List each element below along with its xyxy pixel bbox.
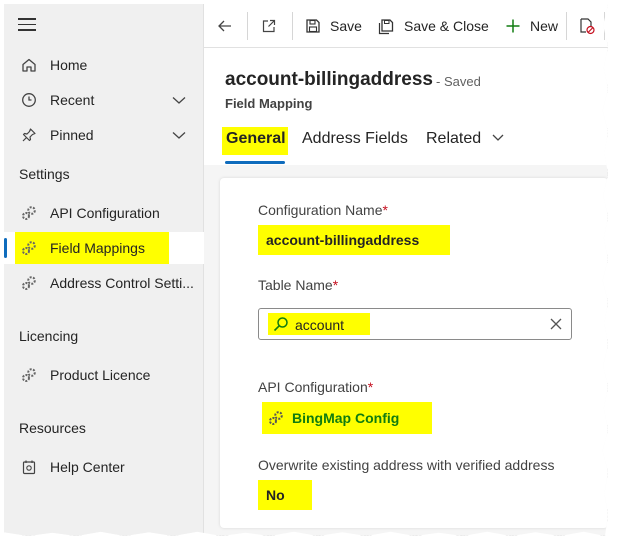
api-config-label-text: API Configuration bbox=[258, 379, 368, 395]
sidebar-item-help-center[interactable]: Help Center bbox=[4, 451, 204, 483]
deactivate-icon bbox=[578, 17, 596, 35]
back-arrow-icon bbox=[216, 17, 234, 35]
sidebar-item-address-control-settings[interactable]: Address Control Setti... bbox=[4, 267, 204, 299]
gears-icon bbox=[269, 411, 283, 425]
sidebar-item-pinned[interactable]: Pinned bbox=[4, 119, 204, 151]
config-name-field[interactable]: account-billingaddress bbox=[258, 225, 450, 255]
api-config-label: API Configuration* bbox=[258, 379, 373, 395]
back-button[interactable] bbox=[216, 4, 242, 48]
sidebar-item-recent[interactable]: Recent bbox=[4, 84, 204, 116]
sidebar-item-label: Address Control Setti... bbox=[50, 275, 194, 291]
section-title-settings: Settings bbox=[19, 166, 70, 182]
sidebar-item-label: API Configuration bbox=[50, 205, 160, 221]
deactivate-button[interactable] bbox=[578, 4, 604, 48]
sidebar: Home Recent Pinned Settings API Configur… bbox=[4, 4, 204, 536]
config-name-label-text: Configuration Name bbox=[258, 202, 383, 218]
sidebar-item-label: Recent bbox=[50, 92, 95, 108]
record-header: account-billingaddress - Saved Field Map… bbox=[204, 48, 608, 165]
record-title: account-billingaddress bbox=[225, 69, 433, 90]
sidebar-item-product-licence[interactable]: Product Licence bbox=[4, 359, 204, 391]
section-title-licencing: Licencing bbox=[19, 328, 79, 344]
sidebar-item-label: Home bbox=[50, 57, 88, 73]
sidebar-item-label: Help Center bbox=[50, 459, 125, 475]
separator bbox=[604, 12, 605, 40]
sidebar-item-api-configuration[interactable]: API Configuration bbox=[4, 197, 204, 229]
tab-general[interactable]: General bbox=[226, 130, 286, 148]
general-form-card: Configuration Name* account-billingaddre… bbox=[220, 178, 608, 528]
active-tab-indicator bbox=[225, 161, 285, 164]
search-icon bbox=[273, 317, 288, 332]
save-close-label: Save & Close bbox=[404, 18, 489, 34]
tab-related-label: Related bbox=[426, 130, 482, 147]
required-marker: * bbox=[367, 379, 374, 395]
app-window: Home Recent Pinned Settings API Configur… bbox=[4, 4, 608, 536]
tab-address-fields[interactable]: Address Fields bbox=[302, 130, 408, 148]
table-name-value: account bbox=[295, 317, 345, 333]
open-in-new-window-button[interactable] bbox=[260, 4, 286, 48]
overwrite-value: No bbox=[266, 487, 285, 503]
pin-icon bbox=[20, 126, 38, 144]
chevron-down-icon[interactable] bbox=[172, 128, 186, 142]
command-bar: Save Save & Close New bbox=[204, 4, 608, 48]
required-marker: * bbox=[382, 202, 388, 218]
new-label: New bbox=[530, 18, 559, 34]
api-config-link[interactable]: BingMap Config bbox=[292, 410, 399, 426]
open-new-window-icon bbox=[260, 17, 278, 35]
gears-icon bbox=[20, 204, 38, 222]
gears-icon bbox=[20, 274, 38, 292]
overwrite-label: Overwrite existing address with verified… bbox=[258, 457, 555, 473]
api-config-lookup-value[interactable]: BingMap Config bbox=[262, 402, 432, 434]
chevron-down-icon bbox=[492, 134, 504, 141]
sidebar-item-field-mappings[interactable]: Field Mappings bbox=[4, 232, 204, 264]
clock-icon bbox=[20, 91, 38, 109]
table-name-label-text: Table Name bbox=[258, 277, 333, 293]
gears-icon bbox=[20, 239, 38, 257]
overwrite-toggle-value[interactable]: No bbox=[258, 480, 312, 510]
separator bbox=[566, 12, 567, 40]
clear-icon[interactable] bbox=[549, 317, 563, 331]
config-name-value: account-billingaddress bbox=[266, 232, 420, 248]
save-button[interactable]: Save bbox=[304, 4, 362, 48]
hamburger-menu-icon[interactable] bbox=[18, 18, 36, 32]
tab-related[interactable]: Related bbox=[426, 130, 504, 148]
required-marker: * bbox=[332, 277, 339, 293]
home-icon bbox=[20, 56, 38, 74]
gears-icon bbox=[20, 366, 38, 384]
sidebar-item-home[interactable]: Home bbox=[4, 49, 204, 81]
help-center-icon bbox=[20, 458, 38, 476]
table-name-label: Table Name* bbox=[258, 277, 338, 293]
save-close-icon bbox=[378, 17, 396, 35]
selection-indicator bbox=[4, 238, 7, 258]
chevron-down-icon[interactable] bbox=[172, 93, 186, 107]
sidebar-item-label: Field Mappings bbox=[50, 240, 145, 256]
table-name-lookup[interactable]: account bbox=[258, 308, 572, 340]
separator bbox=[247, 12, 248, 40]
record-entity-name: Field Mapping bbox=[225, 96, 313, 111]
save-status: - Saved bbox=[436, 74, 481, 89]
config-name-label: Configuration Name* bbox=[258, 202, 388, 218]
save-label: Save bbox=[330, 18, 362, 34]
sidebar-item-label: Product Licence bbox=[50, 367, 151, 383]
section-title-resources: Resources bbox=[19, 420, 86, 436]
new-button[interactable]: New bbox=[504, 4, 558, 48]
separator bbox=[292, 12, 293, 40]
plus-icon bbox=[504, 17, 522, 35]
save-icon bbox=[304, 17, 322, 35]
sidebar-item-label: Pinned bbox=[50, 127, 94, 143]
save-close-button[interactable]: Save & Close bbox=[378, 4, 489, 48]
